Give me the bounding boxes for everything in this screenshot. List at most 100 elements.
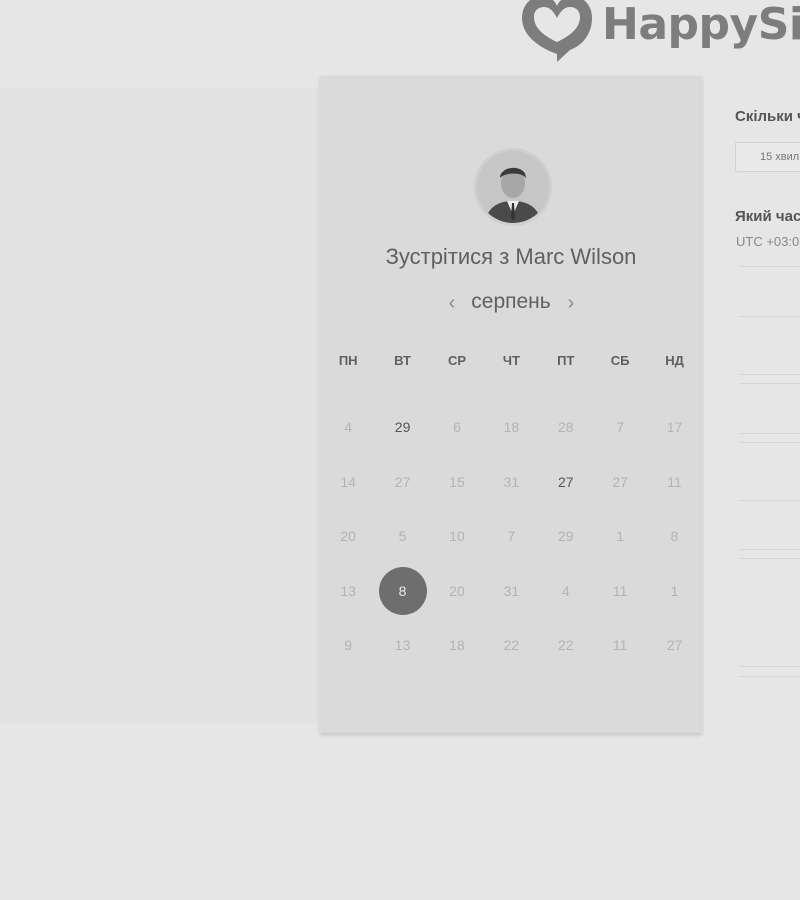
calendar-day-cell: 11 [647,455,701,509]
calendar-week-row: 13 8 20 31 4 11 1 [321,564,702,619]
calendar-day[interactable]: 11 [596,621,644,669]
calendar-day[interactable]: 29 [542,512,590,560]
calendar-day[interactable]: 14 [324,458,372,506]
calendar-day-cell: 27 [539,455,593,509]
calendar-day-cell: 27 [647,618,701,672]
calendar-grid: ПН ВТ СР ЧТ ПТ СБ НД 4 29 6 18 28 7 17 14 27 15 31… [320,346,702,673]
calendar-day-cell: 5 [375,509,429,563]
calendar-day[interactable]: 10 [433,512,481,560]
options-panel: Скільки ч 15 хвил Який час UTC +03:0 [704,76,800,733]
calendar-day-cell: 11 [593,618,647,672]
calendar-week-row: 9 13 18 22 22 11 27 [321,618,702,673]
weekday-label: ВТ [394,352,411,368]
calendar-day-cell: 14 [321,455,375,509]
calendar-day-cell: 27 [593,455,647,509]
calendar-day-cell: 1 [647,564,701,618]
calendar-day-cell: 17 [647,400,701,454]
calendar-day[interactable]: 22 [487,621,535,669]
calendar-day[interactable]: 4 [542,567,590,615]
calendar-day[interactable]: 11 [596,567,644,615]
calendar-day[interactable]: 11 [651,458,699,506]
person-photo-icon [477,151,549,223]
calendar-day-cell: 9 [321,618,375,672]
time-slot-divider [740,666,800,667]
calendar-day-cell: 7 [593,400,647,454]
calendar-day[interactable]: 20 [324,512,372,560]
brand-logo[interactable]: HappySig [520,0,800,64]
calendar-day-cell: 8 [647,509,701,563]
calendar-day-cell: 29 [375,400,429,454]
calendar-day[interactable]: 28 [542,403,590,451]
time-slot-divider [740,374,800,375]
month-label: серпень [471,290,551,313]
calendar-day-cell: 20 [321,509,375,563]
calendar-day-cell: 29 [539,509,593,563]
calendar-day[interactable]: 5 [379,512,427,560]
calendar-day[interactable]: 1 [651,567,699,615]
calendar-day[interactable]: 27 [651,621,699,669]
duration-select[interactable]: 15 хвил [735,142,800,172]
calendar-day[interactable]: 31 [487,567,535,615]
calendar-day-cell: 22 [484,618,538,672]
weekday-label: ПТ [557,352,575,368]
timezone-value[interactable]: UTC +03:0 [736,234,799,249]
calendar-day[interactable]: 4 [324,403,372,451]
next-month-button[interactable]: › [561,290,581,316]
calendar-day[interactable]: 20 [433,567,481,615]
time-slot-divider [740,558,800,559]
calendar-week-row: 14 27 15 31 27 27 11 [321,455,702,510]
calendar-week-row: 4 29 6 18 28 7 17 [321,400,702,455]
weekday-label: ЧТ [502,352,520,368]
calendar-day[interactable]: 27 [542,458,590,506]
calendar-day-cell: 20 [430,564,484,618]
weekday-label: НД [665,352,684,368]
time-slot-divider [740,316,800,317]
calendar-day[interactable]: 18 [433,621,481,669]
calendar-day-cell: 18 [430,618,484,672]
calendar-day[interactable]: 31 [487,458,535,506]
calendar-day-cell: 13 [375,618,429,672]
calendar-week-row: 20 5 10 7 29 1 8 [321,509,702,564]
calendar-day[interactable]: 7 [487,512,535,560]
calendar-weeks: 4 29 6 18 28 7 17 14 27 15 31 27 27 11 20 5 10 7 29 1 8 13 8 20… [320,400,702,673]
calendar-day-cell: 6 [430,400,484,454]
weekday-label: ПН [338,352,358,368]
calendar-day-selected[interactable]: 8 [378,566,427,615]
meeting-title: Зустрітися з Marc Wilson [385,244,637,269]
time-slot-divider [740,676,800,677]
time-slot-divider [740,549,800,550]
time-slot-divider [740,500,800,501]
calendar-day-cell: 27 [375,455,429,509]
calendar-day-cell: 31 [484,455,538,509]
calendar-day[interactable]: 29 [379,403,427,451]
time-slot-divider [740,442,800,443]
weekday-label: СР [447,352,466,368]
calendar-day-cell: 31 [484,564,538,618]
calendar-day[interactable]: 18 [487,403,535,451]
calendar-day[interactable]: 7 [596,403,644,451]
time-slot-divider [740,383,800,384]
calendar-day[interactable]: 17 [651,403,699,451]
calendar-day[interactable]: 13 [324,567,372,615]
calendar-day[interactable]: 8 [651,512,699,560]
time-slot-divider [740,433,800,434]
calendar-day-cell: 4 [321,400,375,454]
calendar-day[interactable]: 6 [433,403,481,451]
brand-name: HappySig [602,0,800,50]
calendar-day[interactable]: 1 [596,512,644,560]
calendar-day-cell: 22 [539,618,593,672]
calendar-day-cell: 7 [484,509,538,563]
weekday-header: ПН ВТ СР ЧТ ПТ СБ НД [321,346,702,374]
calendar-day[interactable]: 13 [379,621,427,669]
calendar-day[interactable]: 15 [433,458,481,506]
calendar-day[interactable]: 22 [542,621,590,669]
heart-chat-icon [522,0,592,62]
duration-label: Скільки ч [735,108,800,125]
calendar-day[interactable]: 27 [596,458,644,506]
time-slot-divider [740,266,800,267]
page-background [0,736,800,900]
chevron-right-icon: › [567,292,575,314]
left-panel [0,88,318,724]
calendar-day[interactable]: 27 [379,458,427,506]
calendar-day[interactable]: 9 [324,621,372,669]
